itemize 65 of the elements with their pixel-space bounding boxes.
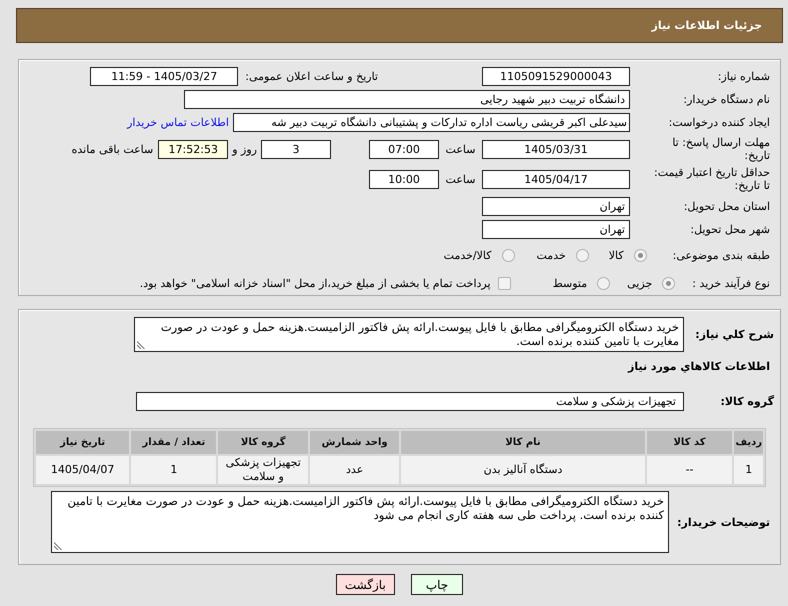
- validity-date-field[interactable]: 1405/04/17: [482, 170, 630, 188]
- table-cell: 1405/04/07: [36, 456, 130, 484]
- resize-grip-icon[interactable]: [54, 542, 62, 550]
- field-label: استان محل تحویل:: [682, 200, 770, 213]
- table-cell: تجهیزات پزشکی و سلامت: [218, 456, 308, 484]
- radio-label: جزیی: [627, 277, 652, 290]
- column-header: تاریخ نیاز: [36, 431, 130, 454]
- field-label: ساعت: [444, 172, 476, 186]
- field-label: ساعت: [444, 142, 476, 156]
- field-label: مهلت ارسال پاسخ: تا تاریخ:: [671, 136, 770, 162]
- remaining-time-field[interactable]: 17:52:53: [158, 140, 228, 158]
- print-button[interactable]: چاپ: [410, 574, 464, 595]
- radio-button[interactable]: [502, 249, 514, 262]
- announcement-date-field[interactable]: 1405/03/27 - 11:59: [90, 67, 238, 86]
- reply-time-field[interactable]: 07:00: [369, 140, 439, 158]
- goods-group-field[interactable]: تجهیزات پزشکی و سلامت: [136, 392, 684, 411]
- field-label: روز و: [232, 142, 257, 156]
- column-header: ردیف: [734, 431, 763, 454]
- field-label: شهر محل تحویل:: [689, 223, 770, 236]
- checkbox[interactable]: [498, 277, 511, 290]
- radio-button[interactable]: [576, 249, 589, 262]
- resize-grip-icon[interactable]: [137, 341, 145, 349]
- field-label: ساعت باقی مانده: [72, 142, 154, 156]
- field-label: شرح کلي نياز:: [694, 328, 774, 341]
- validity-time-field[interactable]: 10:00: [369, 170, 439, 188]
- reply-date-field[interactable]: 1405/03/31: [482, 140, 630, 158]
- field-label: طبقه بندی موضوعی:: [672, 249, 770, 262]
- table-cell: دستگاه آنالیز بدن: [401, 456, 645, 484]
- buyer-contact-link[interactable]: اطلاعات تماس خریدار: [127, 116, 229, 129]
- section-title: اطلاعات کالاهاي مورد نياز: [628, 358, 770, 374]
- table-cell: عدد: [310, 456, 400, 484]
- page-title: جزئیات اطلاعات نیاز: [652, 19, 762, 32]
- field-label: حداقل تاریخ اعتبار قیمت: تا تاریخ:: [653, 166, 770, 192]
- field-label: گروه کالا:: [719, 395, 774, 408]
- field-label: شماره نیاز:: [716, 70, 770, 83]
- province-field[interactable]: تهران: [482, 197, 630, 216]
- radio-button[interactable]: [634, 249, 647, 262]
- radio-label: کالا: [608, 249, 624, 262]
- field-label: ایجاد کننده درخواست:: [668, 116, 770, 129]
- column-header: گروه کالا: [218, 431, 308, 454]
- column-header: واحد شمارش: [310, 431, 400, 454]
- table-cell: 1: [131, 456, 216, 484]
- need-number-field[interactable]: 1105091529000043: [482, 67, 630, 86]
- column-header: نام کالا: [401, 431, 645, 454]
- field-label: توضیحات خریدار:: [678, 516, 771, 528]
- radio-button[interactable]: [597, 277, 610, 290]
- field-label: تاریخ و ساعت اعلان عمومی:: [245, 70, 378, 83]
- radio-label: خدمت: [536, 249, 566, 262]
- buyer-name-field[interactable]: دانشگاه تربیت دبیر شهید رجایی: [184, 90, 630, 109]
- days-field[interactable]: 3: [261, 140, 331, 158]
- radio-button[interactable]: [662, 277, 676, 290]
- column-header: تعداد / مقدار: [131, 431, 216, 454]
- field-label: نوع فرآیند خرید :: [692, 277, 770, 290]
- back-button[interactable]: بازگشت: [336, 574, 395, 595]
- table-cell: 1: [734, 456, 763, 484]
- column-header: کد کالا: [646, 431, 732, 454]
- table-cell: --: [646, 456, 732, 484]
- requester-field[interactable]: سیدعلی اکبر قریشی ریاست اداره تدارکات و پشتیبانی دانشگاه تربیت دبیر شه: [233, 113, 630, 132]
- field-label: نام دستگاه خریدار:: [682, 93, 770, 106]
- radio-label: کالا/خدمت: [444, 249, 492, 262]
- radio-label: متوسط: [552, 277, 588, 290]
- description-field[interactable]: خرید دستگاه الکترومیگرافی مطابق با فایل پیوست.ارائه پش فاکتور الزامیست.هزینه حمل و عودت در صورت مغایرت با تامین کننده برنده است.: [134, 317, 684, 352]
- city-field[interactable]: تهران: [482, 220, 630, 239]
- buyer-notes-field[interactable]: خرید دستگاه الکترومیگرافی مطابق با فایل پیوست.ارائه پش فاکتور الزامیست.هزینه حمل و عودت در صورت مغایرت با تامین کننده برنده است. پرداخت طی سه هفته کاری انجام می شود: [51, 491, 669, 553]
- checkbox-label: پرداخت تمام یا بخشی از مبلغ خرید،از محل "اسناد خزانه اسلامی" خواهد بود.: [140, 277, 491, 290]
